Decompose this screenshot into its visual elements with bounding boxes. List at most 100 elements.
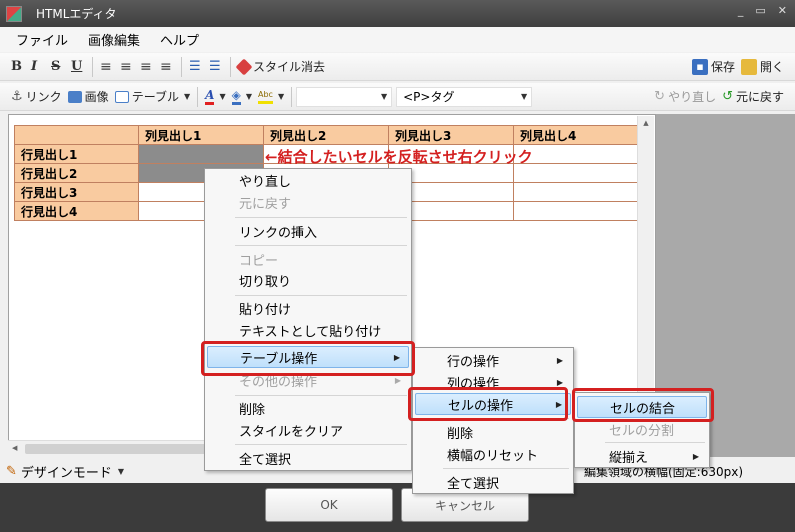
table-cell[interactable] <box>513 201 638 221</box>
menu-separator <box>235 395 407 396</box>
highlight-box-cell-operations <box>408 387 568 421</box>
chevron-down-icon: ▼ <box>183 92 191 101</box>
chevron-down-icon: ▼ <box>520 92 528 101</box>
window-title: HTMLエディタ <box>36 7 117 21</box>
menu-item-insert-link[interactable]: リンクの挿入 <box>207 220 409 242</box>
undo-button[interactable]: ↺ 元に戻す <box>719 86 787 108</box>
redo-icon: ↻ <box>654 89 666 104</box>
menu-item-paste-as-text[interactable]: テキストとして貼り付け <box>207 319 409 341</box>
minimize-button[interactable]: _ <box>738 4 744 17</box>
html-editor-window: HTMLエディタ _ ▭ ✕ ファイル 画像編集 ヘルプ B I S U ≡ ≡… <box>0 0 795 532</box>
menu-item-vertical-align[interactable]: 縦揃え ▶ <box>577 445 707 467</box>
menu-item-label: 行の操作 <box>447 354 500 370</box>
align-center-icon[interactable]: ≡ <box>117 56 137 78</box>
menu-item-redo[interactable]: やり直し <box>207 169 409 191</box>
toolbar-separator <box>230 56 231 77</box>
table-row-header[interactable]: 行見出し4 <box>14 201 139 221</box>
table-row-header[interactable]: 行見出し1 <box>14 144 139 164</box>
anchor-icon: ⚓ <box>11 89 23 104</box>
numbered-list-icon[interactable]: ☰ <box>206 56 226 78</box>
table-row-header[interactable]: 行見出し3 <box>14 182 139 202</box>
ok-button[interactable]: OK <box>265 488 393 522</box>
menu-item-clear-style[interactable]: スタイルをクリア <box>207 419 409 441</box>
highlighter-icon: Abc <box>257 89 273 104</box>
table-button[interactable]: テーブル ▼ <box>112 86 193 108</box>
chevron-down-icon: ▼ <box>277 92 285 101</box>
title-bar: HTMLエディタ _ ▭ ✕ <box>0 0 795 27</box>
undo-label: 元に戻す <box>735 90 784 104</box>
menu-item-cut[interactable]: 切り取り <box>207 269 409 291</box>
toolbar-separator <box>92 56 93 77</box>
image-button[interactable]: 画像 <box>65 86 112 108</box>
clear-style-button[interactable]: スタイル消去 <box>235 56 328 78</box>
menu-separator <box>605 442 705 443</box>
table-corner-cell[interactable] <box>14 125 139 145</box>
menu-item-paste[interactable]: 貼り付け <box>207 297 409 319</box>
align-justify-icon[interactable]: ≡ <box>157 56 177 78</box>
menu-item-reset-width[interactable]: 横幅のリセット <box>415 443 571 465</box>
menu-item-copy[interactable]: コピー <box>207 248 409 270</box>
table-header-cell[interactable]: 列見出し2 <box>263 125 389 145</box>
open-button[interactable]: 開く <box>738 56 787 78</box>
menu-item-row-operations[interactable]: 行の操作 ▶ <box>415 349 571 371</box>
underline-button[interactable]: U <box>68 56 88 78</box>
redo-button[interactable]: ↻ やり直し <box>651 86 719 108</box>
scrollbar-thumb[interactable] <box>25 444 215 454</box>
menu-item-table-select-all[interactable]: 全て選択 <box>415 471 571 493</box>
chevron-down-icon: ▼ <box>219 92 226 101</box>
bullet-list-icon[interactable]: ☰ <box>186 56 206 78</box>
design-mode-dropdown[interactable]: ✎ デザインモード ▼ <box>6 462 124 481</box>
paint-bucket-icon: ◈ <box>231 88 241 105</box>
maximize-button[interactable]: ▭ <box>755 4 765 17</box>
redo-label: やり直し <box>668 90 717 104</box>
align-left-icon[interactable]: ≡ <box>97 56 117 78</box>
menu-item-label: 縦揃え <box>609 450 649 466</box>
toolbar-separator <box>197 86 199 107</box>
link-button[interactable]: ⚓ リンク <box>8 86 65 108</box>
menu-item-undo[interactable]: 元に戻す <box>207 191 409 213</box>
table-header-cell[interactable]: 列見出し3 <box>388 125 514 145</box>
submenu-arrow-icon: ▶ <box>556 355 563 365</box>
table-header-cell[interactable]: 列見出し1 <box>138 125 264 145</box>
image-label: 画像 <box>84 90 109 104</box>
close-button[interactable]: ✕ <box>778 4 787 17</box>
toolbar-separator <box>181 56 182 77</box>
align-right-icon[interactable]: ≡ <box>137 56 157 78</box>
menu-item-select-all[interactable]: 全て選択 <box>207 447 409 469</box>
highlight-button[interactable]: Abc ▼ <box>255 86 287 108</box>
submenu-arrow-icon: ▶ <box>692 451 699 461</box>
table-cell-selected[interactable] <box>138 144 264 164</box>
table-row-header[interactable]: 行見出し2 <box>14 163 139 183</box>
table-header-cell[interactable]: 列見出し4 <box>513 125 638 145</box>
highlight-box-table-operations <box>201 341 415 376</box>
menu-separator <box>235 295 407 296</box>
table-cell[interactable] <box>513 182 638 202</box>
strikethrough-button[interactable]: S <box>48 56 68 78</box>
menu-item-table-delete[interactable]: 削除 <box>415 421 571 443</box>
save-label: 保存 <box>710 60 735 74</box>
menu-help[interactable]: ヘルプ <box>160 30 199 49</box>
chevron-down-icon: ▼ <box>117 467 125 476</box>
table-row: 列見出し1 列見出し2 列見出し3 列見出し4 <box>14 125 638 145</box>
font-combo[interactable]: ▼ <box>296 86 393 107</box>
scroll-up-icon[interactable]: ▲ <box>638 119 654 127</box>
submenu-arrow-icon: ▶ <box>394 375 401 385</box>
menu-item-delete[interactable]: 削除 <box>207 397 409 419</box>
scroll-left-icon[interactable]: ◀ <box>12 444 17 452</box>
folder-icon <box>740 58 757 75</box>
save-button[interactable]: ▪ 保存 <box>689 56 738 78</box>
italic-button[interactable]: I <box>28 56 48 78</box>
menu-file[interactable]: ファイル <box>16 30 68 49</box>
instruction-annotation: ←結合したいセルを反転させ右クリック <box>265 148 533 166</box>
menu-bar: ファイル 画像編集 ヘルプ <box>0 27 795 52</box>
font-color-button[interactable]: A ▼ <box>202 86 228 108</box>
bold-button[interactable]: B <box>8 56 28 78</box>
font-color-icon: A <box>205 88 215 105</box>
tag-combo-value: <P>タグ <box>403 90 455 104</box>
menu-image-edit[interactable]: 画像編集 <box>88 30 140 49</box>
open-label: 開く <box>759 60 784 74</box>
tag-combo[interactable]: <P>タグ ▼ <box>396 86 533 107</box>
chevron-down-icon: ▼ <box>245 92 252 101</box>
dialog-button-bar <box>0 483 795 532</box>
background-color-button[interactable]: ◈ ▼ <box>229 86 255 108</box>
